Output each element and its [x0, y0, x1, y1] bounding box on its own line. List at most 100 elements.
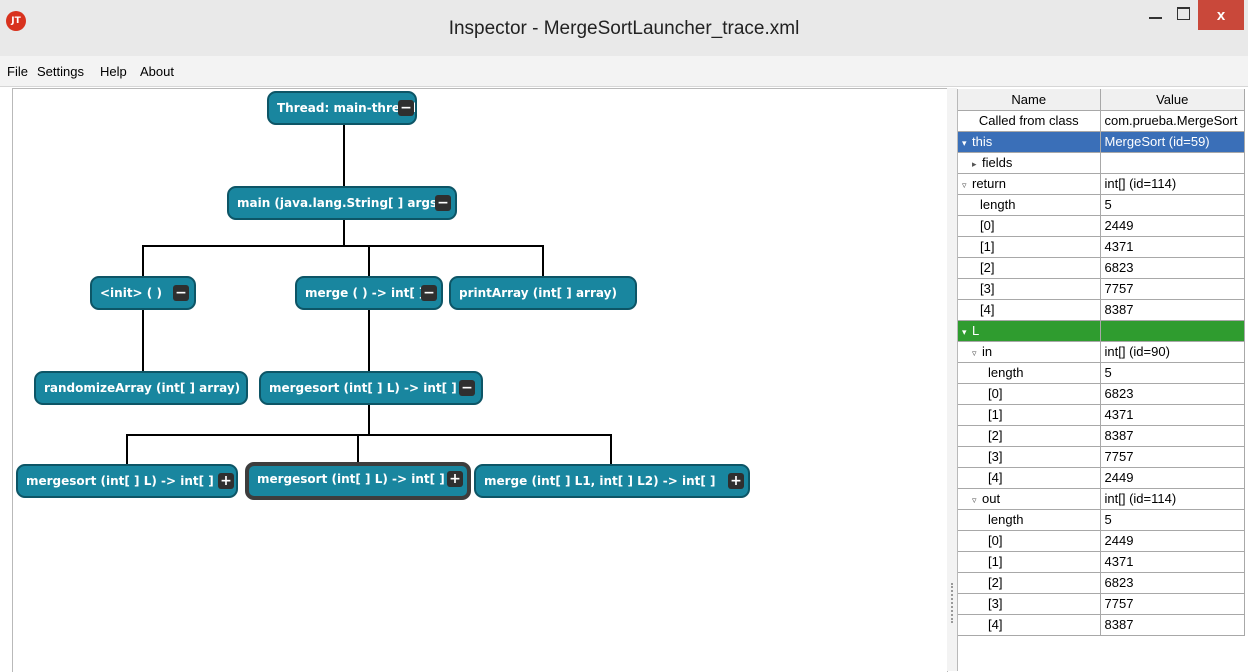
property-name-cell: [2] [958, 257, 1101, 279]
property-name: in [982, 344, 993, 359]
property-name: length [988, 512, 1024, 527]
property-row[interactable]: ▾ this MergeSort (id=59) [958, 131, 1245, 153]
expand-toggle-icon[interactable]: ▾ [962, 138, 972, 149]
property-row[interactable]: [0] 2449 [958, 530, 1245, 552]
property-row[interactable]: [0] 6823 [958, 383, 1245, 405]
property-name-cell: [2] [958, 425, 1101, 447]
maximize-button[interactable] [1170, 0, 1198, 32]
property-row[interactable]: [0] 2449 [958, 215, 1245, 237]
property-row[interactable]: [4] 8387 [958, 614, 1245, 636]
property-row[interactable]: [2] 6823 [958, 257, 1245, 279]
property-row[interactable]: ▾ L [958, 320, 1245, 342]
tree-edge [126, 434, 128, 464]
collapse-icon[interactable]: − [435, 195, 451, 211]
property-row[interactable]: [1] 4371 [958, 236, 1245, 258]
expand-toggle-icon[interactable]: ▸ [972, 159, 982, 170]
tree-node-mergesort-right[interactable]: mergesort (int[ ] L) -> int[ ] + [245, 462, 471, 500]
collapse-icon[interactable]: − [421, 285, 437, 301]
property-name-cell: ▸ fields [958, 152, 1101, 174]
property-row[interactable]: [4] 2449 [958, 467, 1245, 489]
tree-node-printarray[interactable]: printArray (int[ ] array) [449, 276, 637, 310]
property-name: [0] [980, 218, 995, 233]
column-header-value[interactable]: Value [1100, 89, 1245, 111]
close-icon: x [1216, 7, 1226, 24]
property-row[interactable]: ▿ return int[] (id=114) [958, 173, 1245, 195]
splitter-grip-icon[interactable] [951, 583, 955, 623]
property-name: [3] [988, 449, 1003, 464]
property-row[interactable]: ▸ fields [958, 152, 1245, 174]
expand-icon[interactable]: + [447, 471, 463, 487]
property-row[interactable]: ▿ out int[] (id=114) [958, 488, 1245, 510]
menu-file[interactable]: File [7, 64, 28, 79]
property-row[interactable]: length 5 [958, 509, 1245, 531]
property-value: 6823 [1100, 383, 1245, 405]
property-name-cell: [0] [958, 530, 1101, 552]
expand-toggle-icon[interactable]: ▿ [972, 348, 982, 359]
expand-toggle-icon[interactable]: ▿ [962, 180, 972, 191]
property-value: 2449 [1100, 530, 1245, 552]
tree-node-merge-l1-l2[interactable]: merge (int[ ] L1, int[ ] L2) -> int[ ] + [474, 464, 750, 498]
menu-about[interactable]: About [140, 64, 174, 79]
tree-node-label: <init> ( ) [100, 286, 162, 300]
tree-node-init[interactable]: <init> ( ) − [90, 276, 196, 310]
property-row[interactable]: [3] 7757 [958, 446, 1245, 468]
tree-node-mergesort[interactable]: mergesort (int[ ] L) -> int[ ] − [259, 371, 483, 405]
collapse-icon[interactable]: − [398, 100, 414, 116]
property-value: com.prueba.MergeSort [1100, 110, 1245, 132]
property-row[interactable]: length 5 [958, 194, 1245, 216]
property-row[interactable]: [4] 8387 [958, 299, 1245, 321]
property-name: length [988, 365, 1024, 380]
collapse-icon[interactable]: − [459, 380, 475, 396]
property-row[interactable]: length 5 [958, 362, 1245, 384]
property-name-cell: [1] [958, 404, 1101, 426]
collapse-icon[interactable]: − [173, 285, 189, 301]
tree-edge [368, 310, 370, 375]
tree-edge [368, 245, 370, 277]
property-row[interactable]: ▿ in int[] (id=90) [958, 341, 1245, 363]
expand-icon[interactable]: + [728, 473, 744, 489]
tree-node-label: merge (int[ ] L1, int[ ] L2) -> int[ ] [484, 474, 716, 488]
property-name-cell: Called from class [958, 110, 1101, 132]
tree-node-label: mergesort (int[ ] L) -> int[ ] [26, 474, 214, 488]
property-name: fields [982, 155, 1013, 170]
tree-node-randomizearray[interactable]: randomizeArray (int[ ] array) [34, 371, 248, 405]
properties-panel: Name Value Called from class com.prueba.M… [957, 89, 1245, 671]
property-name: [0] [988, 533, 1003, 548]
property-value: 4371 [1100, 551, 1245, 573]
close-button[interactable]: x [1198, 0, 1244, 30]
tree-node-label: mergesort (int[ ] L) -> int[ ] [257, 472, 445, 486]
tree-node-main[interactable]: main (java.lang.String[ ] args) − [227, 186, 457, 220]
property-name-cell: [4] [958, 299, 1101, 321]
property-value: 6823 [1100, 257, 1245, 279]
tree-node-mergesort-left[interactable]: mergesort (int[ ] L) -> int[ ] + [16, 464, 238, 498]
properties-table: Name Value Called from class com.prueba.M… [958, 89, 1245, 636]
property-value: 4371 [1100, 404, 1245, 426]
tree-node-thread[interactable]: Thread: main-thread − [267, 91, 417, 125]
column-header-name[interactable]: Name [958, 89, 1101, 111]
property-row[interactable]: [2] 6823 [958, 572, 1245, 594]
property-value: 7757 [1100, 593, 1245, 615]
property-row[interactable]: [3] 7757 [958, 278, 1245, 300]
tree-node-merge[interactable]: merge ( ) -> int[ ] − [295, 276, 443, 310]
minimize-button[interactable] [1142, 0, 1170, 32]
property-row[interactable]: [1] 4371 [958, 404, 1245, 426]
property-row[interactable]: [2] 8387 [958, 425, 1245, 447]
menu-help[interactable]: Help [100, 64, 127, 79]
property-name: [1] [988, 554, 1003, 569]
property-value: 5 [1100, 362, 1245, 384]
panel-splitter[interactable] [947, 88, 957, 671]
property-name-cell: ▿ return [958, 173, 1101, 195]
property-value: 5 [1100, 509, 1245, 531]
tree-node-label: mergesort (int[ ] L) -> int[ ] [269, 381, 457, 395]
property-value: 2449 [1100, 467, 1245, 489]
property-name-cell: [4] [958, 614, 1101, 636]
menu-settings[interactable]: Settings [37, 64, 84, 79]
title-bar: JT Inspector - MergeSortLauncher_trace.x… [0, 0, 1248, 56]
property-name: out [982, 491, 1001, 506]
property-row[interactable]: [1] 4371 [958, 551, 1245, 573]
expand-icon[interactable]: + [218, 473, 234, 489]
expand-toggle-icon[interactable]: ▾ [962, 327, 972, 338]
expand-toggle-icon[interactable]: ▿ [972, 495, 982, 506]
property-row[interactable]: [3] 7757 [958, 593, 1245, 615]
property-row[interactable]: Called from class com.prueba.MergeSort [958, 110, 1245, 132]
